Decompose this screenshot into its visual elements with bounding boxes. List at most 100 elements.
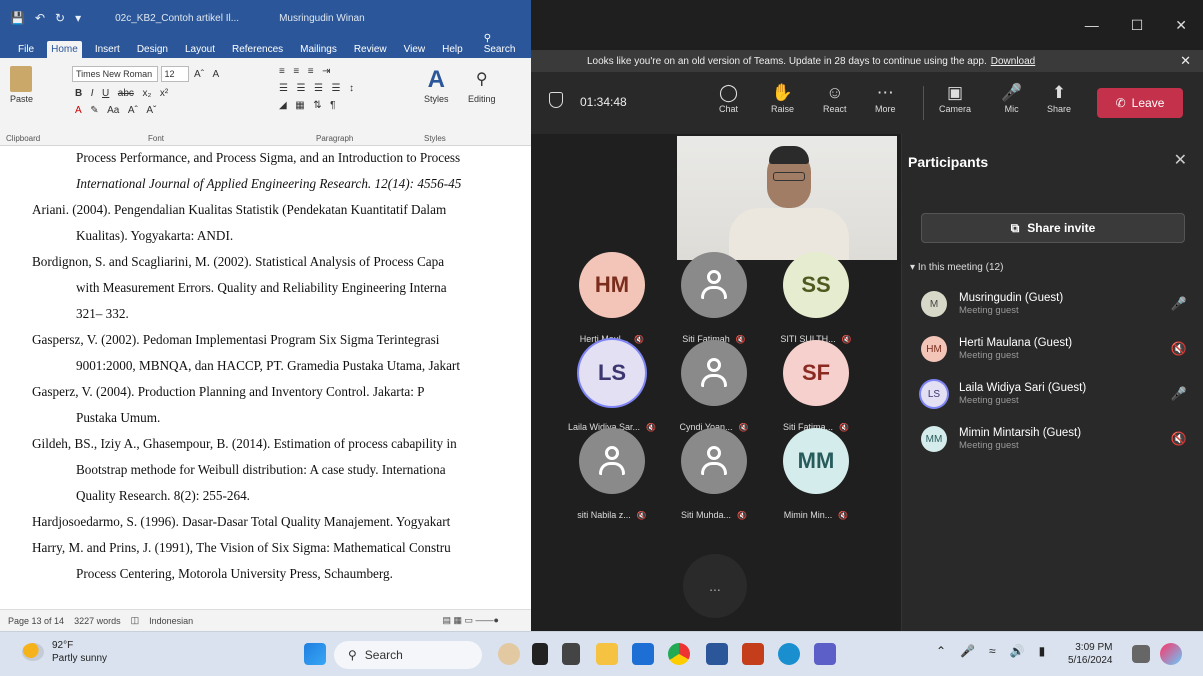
participant-tile[interactable]: Cyndi Yoan... 🔇: [669, 340, 759, 432]
highlight-button[interactable]: ✎: [87, 105, 101, 116]
tab-file[interactable]: File: [14, 41, 38, 58]
shrink-button[interactable]: Aˇ: [143, 105, 159, 116]
maximize-icon[interactable]: ☐: [1131, 17, 1144, 34]
font-color-button[interactable]: A: [72, 105, 85, 116]
underline-button[interactable]: U: [99, 88, 112, 99]
battery-icon[interactable]: ▮: [1039, 644, 1046, 658]
multilevel-button[interactable]: ≡: [305, 66, 317, 77]
participant-row[interactable]: HM Herti Maulana (Guest) Meeting guest 🔇: [921, 329, 1191, 369]
borders-button[interactable]: ▦: [292, 100, 307, 111]
speaker-video[interactable]: [677, 136, 897, 260]
more-button[interactable]: ⋯ More: [875, 82, 896, 114]
tab-help[interactable]: Help: [438, 41, 467, 58]
panel-close-icon[interactable]: ✕: [1174, 150, 1187, 170]
tab-review[interactable]: Review: [350, 41, 391, 58]
italic-button[interactable]: I: [88, 88, 97, 99]
mic-icon[interactable]: 🎤: [1171, 386, 1187, 402]
tab-layout[interactable]: Layout: [181, 41, 219, 58]
chevron-up-icon[interactable]: ⌃: [936, 644, 946, 658]
save-icon[interactable]: 💾: [10, 11, 25, 25]
justify-button[interactable]: ☰: [328, 83, 343, 94]
participant-tile[interactable]: SS SITI SULTH... 🔇: [771, 252, 861, 344]
wifi-icon[interactable]: ≈: [989, 644, 996, 658]
tab-references[interactable]: References: [228, 41, 287, 58]
mic-button[interactable]: 🎤 Mic: [1001, 82, 1022, 114]
weather-widget[interactable]: 92°F Partly sunny: [22, 639, 107, 665]
more-participants-tile[interactable]: ...: [683, 554, 747, 618]
edge-icon[interactable]: [778, 643, 800, 665]
terminal-icon[interactable]: [562, 643, 580, 665]
mic-tray-icon[interactable]: 🎤: [960, 644, 975, 658]
participant-row[interactable]: MM Mimin Mintarsih (Guest) Meeting guest 🔇: [921, 419, 1191, 459]
minimize-icon[interactable]: —: [1085, 17, 1099, 33]
banner-close-icon[interactable]: ✕: [1180, 53, 1191, 69]
numbering-button[interactable]: ≡: [290, 66, 302, 77]
camera-button[interactable]: ▣ Camera: [939, 82, 971, 114]
notifications-icon[interactable]: [1132, 645, 1150, 663]
participant-tile[interactable]: LS Laila Widiya Sar... 🔇: [567, 340, 657, 432]
mic-icon[interactable]: 🎤: [1171, 296, 1187, 312]
align-right-button[interactable]: ☰: [311, 83, 326, 94]
indent-button[interactable]: ⇥: [319, 66, 333, 77]
strikethrough-button[interactable]: abc: [115, 88, 137, 99]
participant-tile[interactable]: Siti Muhda... 🔇: [669, 428, 759, 520]
editing-button[interactable]: ⚲ Editing: [468, 66, 496, 104]
file-explorer-icon[interactable]: [596, 643, 618, 665]
taskbar-clock[interactable]: 3:09 PM 5/16/2024: [1068, 641, 1113, 667]
leave-button[interactable]: ✆ Leave: [1097, 88, 1183, 118]
word-icon[interactable]: [706, 643, 728, 665]
pilcrow-button[interactable]: ¶: [327, 100, 338, 111]
tab-home[interactable]: Home: [47, 41, 82, 58]
widgets-icon[interactable]: [498, 643, 520, 665]
grow-font-button[interactable]: Aˆ: [191, 69, 207, 80]
participant-row[interactable]: LS Laila Widiya Sari (Guest) Meeting guest…: [921, 374, 1191, 414]
share-button[interactable]: ⬆ Share: [1047, 82, 1071, 114]
proofing-icon[interactable]: ◫: [131, 615, 140, 626]
undo-icon[interactable]: ↶: [35, 11, 45, 25]
participant-tile[interactable]: Siti Fatimah 🔇: [669, 252, 759, 344]
participant-tile[interactable]: MM Mimin Min... 🔇: [771, 428, 861, 520]
subscript-button[interactable]: x₂: [139, 88, 154, 99]
tab-insert[interactable]: Insert: [91, 41, 124, 58]
align-center-button[interactable]: ☰: [293, 83, 308, 94]
styles-button[interactable]: A Styles: [424, 66, 449, 104]
copilot-icon[interactable]: [1160, 643, 1182, 665]
close-icon[interactable]: ✕: [1175, 17, 1187, 34]
teams-icon[interactable]: [814, 643, 836, 665]
redo-icon[interactable]: ↻: [55, 11, 65, 25]
sort-button[interactable]: ⇅: [310, 100, 324, 111]
raise-hand-button[interactable]: ✋ Raise: [771, 82, 794, 114]
tab-mailings[interactable]: Mailings: [296, 41, 341, 58]
grow-button[interactable]: Aˆ: [125, 105, 141, 116]
mic-muted-icon[interactable]: 🔇: [1171, 431, 1187, 447]
mail-icon[interactable]: [632, 643, 654, 665]
download-link[interactable]: Download: [991, 56, 1035, 67]
mic-muted-icon[interactable]: 🔇: [1171, 341, 1187, 357]
change-case-button[interactable]: Aa: [104, 105, 122, 116]
chat-button[interactable]: ◯ Chat: [719, 82, 738, 114]
tab-view[interactable]: View: [400, 41, 430, 58]
word-search[interactable]: ⚲ Search: [476, 30, 531, 58]
chrome-icon[interactable]: [668, 643, 690, 665]
powerpoint-icon[interactable]: [742, 643, 764, 665]
share-invite-button[interactable]: ⧉ Share invite: [921, 213, 1185, 243]
react-button[interactable]: ☺ React: [823, 82, 847, 114]
participant-tile[interactable]: siti Nabila z... 🔇: [567, 428, 657, 520]
page-count[interactable]: Page 13 of 14: [8, 616, 64, 626]
align-left-button[interactable]: ☰: [276, 83, 291, 94]
paste-button[interactable]: Paste: [10, 66, 33, 104]
volume-icon[interactable]: 🔊: [1010, 644, 1025, 658]
participant-row[interactable]: M Musringudin (Guest) Meeting guest 🎤: [921, 284, 1191, 324]
language[interactable]: Indonesian: [149, 616, 193, 626]
word-count[interactable]: 3227 words: [74, 616, 121, 626]
customize-icon[interactable]: ▾: [75, 11, 81, 25]
start-icon[interactable]: [304, 643, 326, 665]
case-button[interactable]: A: [210, 69, 223, 80]
taskbar-search[interactable]: ⚲ Search: [334, 641, 482, 669]
participant-tile[interactable]: HM Herti Maul... 🔇: [567, 252, 657, 344]
participant-tile[interactable]: SF Siti Fatima... 🔇: [771, 340, 861, 432]
line-spacing-button[interactable]: ↕: [346, 83, 357, 94]
font-name-select[interactable]: Times New Roman: [72, 66, 158, 82]
bullets-button[interactable]: ≡: [276, 66, 288, 77]
shading-button[interactable]: ◢: [276, 100, 290, 111]
